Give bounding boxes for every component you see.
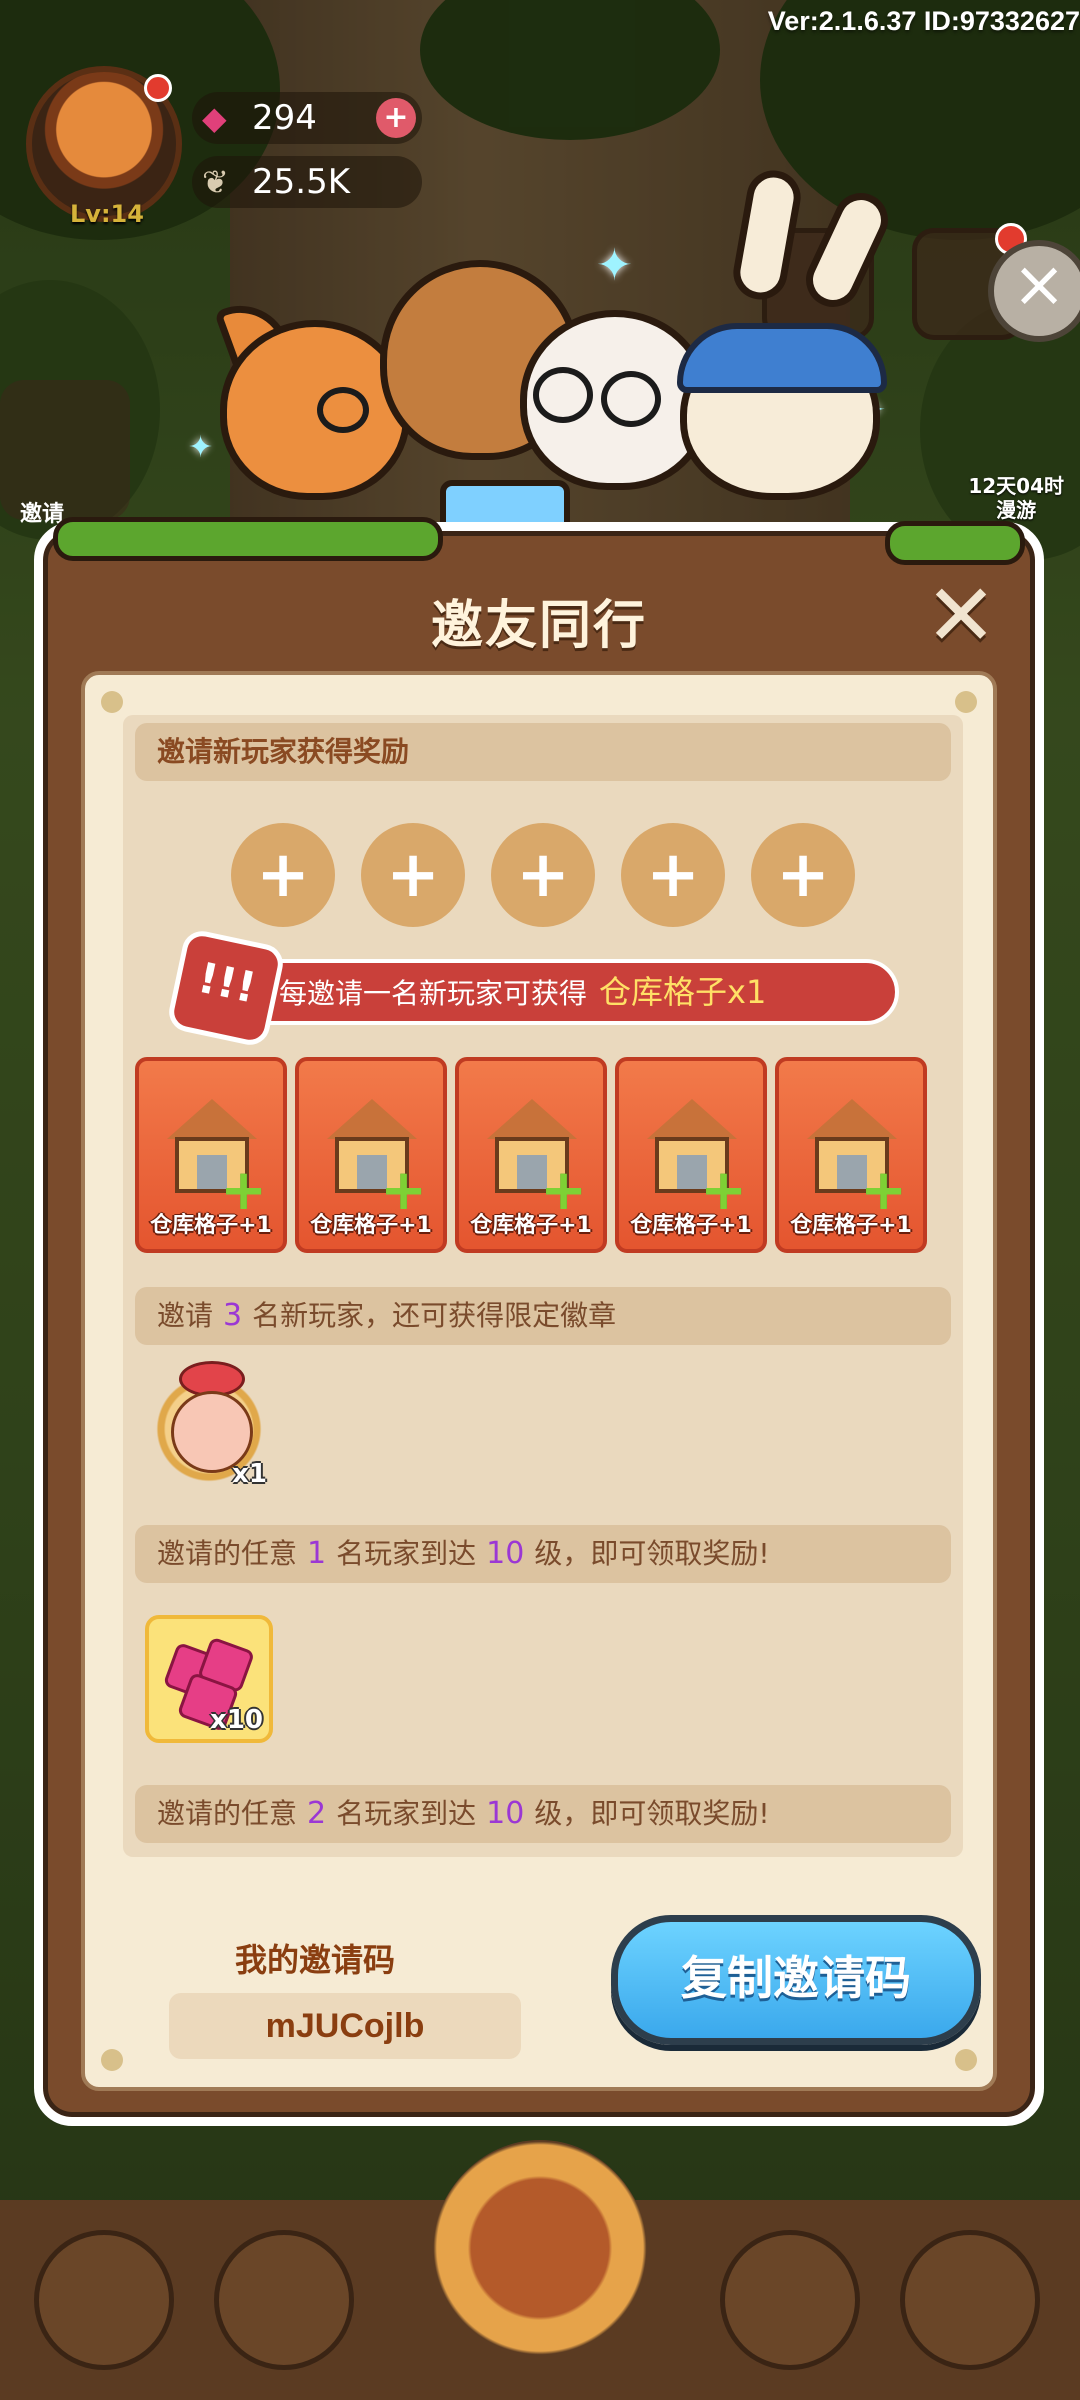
green-plus-icon: + xyxy=(860,1158,907,1223)
invite-slot[interactable]: + xyxy=(621,823,725,927)
milestone-text: 邀请 xyxy=(157,1299,214,1332)
gem-amount: 294 xyxy=(252,98,317,138)
plus-icon: + xyxy=(516,838,570,912)
reward-label: 仓库格子+1 xyxy=(630,1213,752,1238)
milestone-text: 邀请的任意 xyxy=(157,1537,298,1570)
event-side-label: 12天04时 漫游 xyxy=(968,474,1064,522)
dialog-content: 邀请新玩家获得奖励 + + + + + !!! 每邀请一名新玩家可获得 仓库格子x… xyxy=(81,671,997,2091)
exclamation-icon: !!! xyxy=(165,927,287,1049)
milestone-level: 10 xyxy=(486,1796,525,1831)
milestone-text: 级，即可领取奖励! xyxy=(534,1797,770,1830)
milestone-count: 2 xyxy=(307,1796,327,1831)
sparkle-icon: ✦ xyxy=(596,240,633,291)
green-plus-icon: + xyxy=(700,1158,747,1223)
pin-decoration xyxy=(101,2049,123,2071)
per-invite-reward: 仓库格子x1 xyxy=(599,973,767,1011)
notification-dot xyxy=(144,74,172,102)
invite-slot[interactable]: + xyxy=(751,823,855,927)
invite-slots: + + + + + xyxy=(231,823,871,927)
milestone-1-player-lv10: 邀请的任意 1 名玩家到达 10 级，即可领取奖励! xyxy=(135,1525,951,1583)
reward-label: 仓库格子+1 xyxy=(310,1213,432,1238)
lock-icon[interactable] xyxy=(214,2230,354,2370)
close-icon[interactable]: × xyxy=(988,240,1080,342)
cube-icon[interactable] xyxy=(720,2230,860,2370)
reward-label: 仓库格子+1 xyxy=(150,1213,272,1238)
green-plus-icon: + xyxy=(220,1158,267,1223)
plus-icon: + xyxy=(386,838,440,912)
mascot-characters-illustration: ✦ ✦ ✦ xyxy=(180,166,900,544)
pin-decoration xyxy=(101,691,123,713)
item-count: x1 xyxy=(232,1459,267,1489)
milestone-count: 1 xyxy=(307,1536,327,1571)
glasses-icon xyxy=(533,367,593,423)
sparkle-icon: ✦ xyxy=(188,430,214,465)
reward-label: 仓库格子+1 xyxy=(470,1213,592,1238)
grass-decoration xyxy=(885,521,1025,565)
green-plus-icon: + xyxy=(380,1158,427,1223)
milestone-level: 10 xyxy=(486,1536,525,1571)
add-gems-button[interactable]: + xyxy=(376,98,416,138)
invite-friends-dialog: 邀友同行 ✕ 邀请新玩家获得奖励 + + + + + !!! 每邀请一名新玩家可… xyxy=(34,517,1044,2126)
invite-slot[interactable]: + xyxy=(361,823,465,927)
home-icon[interactable] xyxy=(900,2230,1040,2370)
limited-badge-reward[interactable]: x1 xyxy=(145,1361,273,1493)
gem-icon: ◆ xyxy=(202,99,227,137)
reward-cards: + 仓库格子+1 + 仓库格子+1 + 仓库格子+1 + 仓库格子+1 + 仓库… xyxy=(135,1057,951,1253)
player-avatar[interactable] xyxy=(26,66,182,222)
per-invite-banner: !!! 每邀请一名新玩家可获得 仓库格子x1 xyxy=(165,927,899,1049)
milestone-text: 级，即可领取奖励! xyxy=(534,1537,770,1570)
pin-decoration xyxy=(955,691,977,713)
close-icon[interactable]: ✕ xyxy=(923,573,999,659)
per-invite-text: 每邀请一名新玩家可获得 xyxy=(279,977,588,1010)
reward-card[interactable]: + 仓库格子+1 xyxy=(135,1057,287,1253)
acorn-icon[interactable] xyxy=(430,2140,650,2380)
reward-card[interactable]: + 仓库格子+1 xyxy=(775,1057,927,1253)
version-id-text: Ver:2.1.6.37 ID:97332627 xyxy=(767,6,1080,36)
invite-slot[interactable]: + xyxy=(231,823,335,927)
seed-icon: ❦ xyxy=(202,163,229,201)
rewards-panel: 邀请新玩家获得奖励 + + + + + !!! 每邀请一名新玩家可获得 仓库格子x… xyxy=(123,715,963,1857)
milestone-text: 名新玩家，还可获得限定徽章 xyxy=(252,1299,617,1332)
milestone-count: 3 xyxy=(223,1298,243,1333)
milestone-text: 名玩家到达 xyxy=(336,1537,477,1570)
reward-card[interactable]: + 仓库格子+1 xyxy=(615,1057,767,1253)
dialog-title: 邀友同行 xyxy=(430,596,647,656)
rabbit-character xyxy=(677,323,887,500)
blue-cap xyxy=(677,323,887,393)
reward-label: 仓库格子+1 xyxy=(790,1213,912,1238)
copy-invite-code-button[interactable]: 复制邀请码 xyxy=(611,1915,981,2045)
reward-card[interactable]: + 仓库格子+1 xyxy=(455,1057,607,1253)
glasses-icon xyxy=(601,371,661,427)
gem-reward[interactable]: x10 xyxy=(145,1615,273,1743)
item-count: x10 xyxy=(210,1705,263,1735)
seed-amount: 25.5K xyxy=(252,162,350,202)
glasses-icon xyxy=(317,387,369,433)
plus-icon: + xyxy=(256,838,310,912)
reward-card[interactable]: + 仓库格子+1 xyxy=(295,1057,447,1253)
invite-code-label: 我的邀请码 xyxy=(234,1941,395,1979)
seed-counter: ❦ 25.5K xyxy=(192,156,422,208)
plus-icon: + xyxy=(776,838,830,912)
gem-counter: ◆ 294 + xyxy=(192,92,422,144)
grass-decoration xyxy=(53,517,443,561)
shop-icon[interactable] xyxy=(34,2230,174,2370)
plus-icon: + xyxy=(646,838,700,912)
milestone-3-invites: 邀请 3 名新玩家，还可获得限定徽章 xyxy=(135,1287,951,1345)
player-level: Lv:14 xyxy=(70,200,144,228)
milestone-text: 名玩家到达 xyxy=(336,1797,477,1830)
green-plus-icon: + xyxy=(540,1158,587,1223)
event-timer: 12天04时 xyxy=(968,474,1064,498)
invite-slot[interactable]: + xyxy=(491,823,595,927)
milestone-text: 邀请的任意 xyxy=(157,1797,298,1830)
event-name: 漫游 xyxy=(996,498,1037,522)
milestone-2-players-lv10: 邀请的任意 2 名玩家到达 10 级，即可领取奖励! xyxy=(135,1785,951,1843)
pin-decoration xyxy=(955,2049,977,2071)
invite-code-value[interactable]: mJUCojlb xyxy=(169,1993,521,2059)
section-header: 邀请新玩家获得奖励 xyxy=(135,723,951,781)
